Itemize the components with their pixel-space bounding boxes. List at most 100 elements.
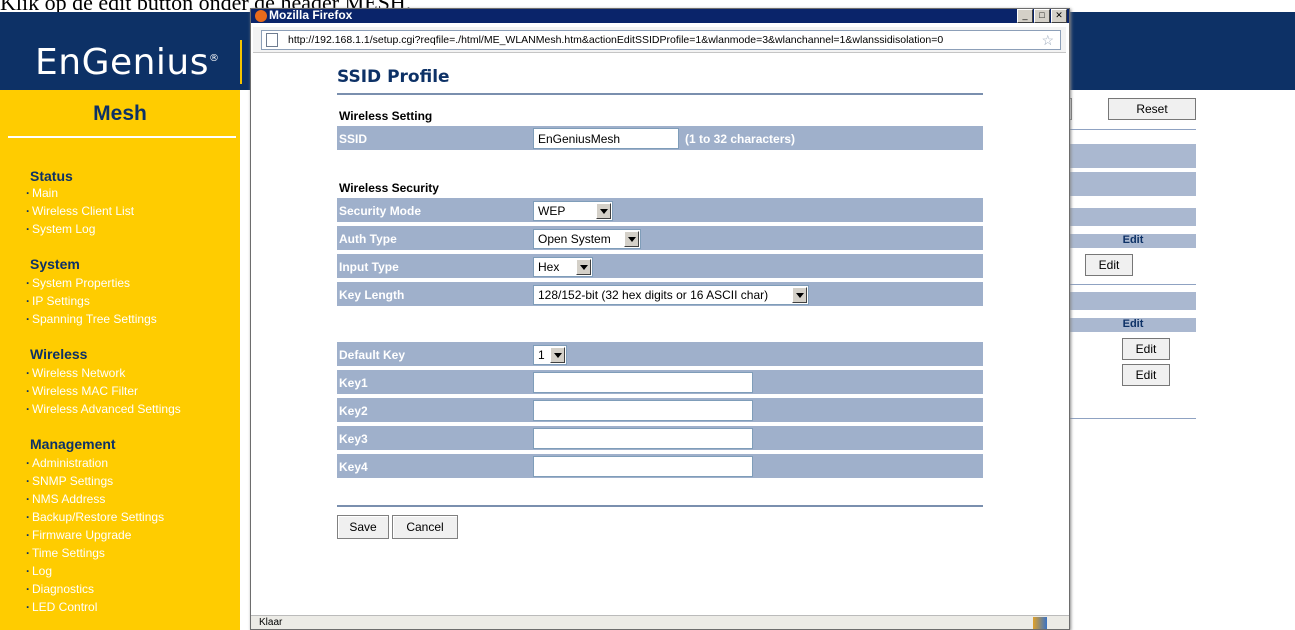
default-key-select[interactable]: 1 bbox=[533, 345, 567, 365]
sidebar-item-time-settings[interactable]: Time Settings bbox=[26, 543, 105, 560]
key-length-value: 128/152-bit (32 hex digits or 16 ASCII c… bbox=[538, 288, 769, 302]
sidebar: Mesh Status Main Wireless Client List Sy… bbox=[0, 90, 240, 630]
input-type-row: Input Type Hex bbox=[337, 254, 983, 280]
sidebar-item-system-log[interactable]: System Log bbox=[26, 219, 95, 236]
security-mode-label: Security Mode bbox=[339, 204, 422, 218]
maximize-icon[interactable]: □ bbox=[1034, 9, 1050, 23]
logo-registered-mark: ® bbox=[209, 53, 220, 64]
sidebar-divider bbox=[8, 136, 236, 138]
default-key-label: Default Key bbox=[339, 348, 406, 362]
key-length-row: Key Length 128/152-bit (32 hex digits or… bbox=[337, 282, 983, 308]
sidebar-item-led-control[interactable]: LED Control bbox=[26, 597, 97, 614]
background-edit-header-2: Edit bbox=[1070, 318, 1196, 332]
key1-label: Key1 bbox=[339, 376, 368, 390]
sidebar-item-backup-restore-settings[interactable]: Backup/Restore Settings bbox=[26, 507, 164, 524]
background-row bbox=[1070, 208, 1196, 226]
wireless-security-heading: Wireless Security bbox=[339, 181, 439, 195]
sidebar-item-snmp-settings[interactable]: SNMP Settings bbox=[26, 471, 113, 488]
key3-label: Key3 bbox=[339, 432, 368, 446]
key-length-select[interactable]: 128/152-bit (32 hex digits or 16 ASCII c… bbox=[533, 285, 809, 305]
background-divider bbox=[1070, 129, 1196, 130]
sidebar-item-nms-address[interactable]: NMS Address bbox=[26, 489, 105, 506]
default-key-row: Default Key 1 bbox=[337, 342, 983, 368]
wireless-setting-heading: Wireless Setting bbox=[339, 109, 433, 123]
security-mode-row: Security Mode WEP bbox=[337, 198, 983, 224]
background-row bbox=[1070, 144, 1196, 168]
sidebar-item-system-properties[interactable]: System Properties bbox=[26, 273, 130, 290]
security-mode-value: WEP bbox=[538, 204, 566, 218]
auth-type-label: Auth Type bbox=[339, 232, 397, 246]
key4-input[interactable] bbox=[533, 456, 753, 477]
sidebar-item-log[interactable]: Log bbox=[26, 561, 52, 578]
page-icon bbox=[266, 33, 278, 47]
sidebar-item-wireless-client-list[interactable]: Wireless Client List bbox=[26, 201, 134, 218]
cancel-button[interactable]: Cancel bbox=[392, 515, 458, 539]
sidebar-item-spanning-tree-settings[interactable]: Spanning Tree Settings bbox=[26, 309, 157, 326]
sidebar-item-diagnostics[interactable]: Diagnostics bbox=[26, 579, 94, 596]
auth-type-select[interactable]: Open System bbox=[533, 229, 641, 249]
background-edit-header-1: Edit bbox=[1070, 234, 1196, 248]
url-text: http://192.168.1.1/setup.cgi?reqfile=./h… bbox=[288, 34, 944, 46]
background-row bbox=[1070, 292, 1196, 310]
url-field[interactable]: http://192.168.1.1/setup.cgi?reqfile=./h… bbox=[261, 30, 1061, 50]
form-bottom-divider bbox=[337, 505, 983, 507]
chevron-down-icon bbox=[624, 231, 639, 247]
window-controls: _ □ ✕ bbox=[1017, 9, 1067, 23]
sidebar-section-management: Management bbox=[30, 436, 116, 452]
key4-row: Key4 bbox=[337, 454, 983, 480]
sidebar-item-wireless-mac-filter[interactable]: Wireless MAC Filter bbox=[26, 381, 138, 398]
default-key-value: 1 bbox=[538, 348, 545, 362]
background-edit-button-2[interactable]: Edit bbox=[1122, 338, 1170, 360]
chevron-down-icon bbox=[792, 287, 807, 303]
address-bar: http://192.168.1.1/setup.cgi?reqfile=./h… bbox=[253, 27, 1066, 53]
status-text: Klaar bbox=[259, 617, 283, 628]
sidebar-item-administration[interactable]: Administration bbox=[26, 453, 108, 470]
logo-text: EnGenius bbox=[35, 42, 209, 83]
minimize-icon[interactable]: _ bbox=[1017, 9, 1033, 23]
sidebar-item-ip-settings[interactable]: IP Settings bbox=[26, 291, 90, 308]
engenius-logo: EnGenius® bbox=[35, 42, 220, 83]
ssid-hint: (1 to 32 characters) bbox=[685, 132, 796, 146]
background-row bbox=[1070, 172, 1196, 196]
sidebar-item-wireless-network[interactable]: Wireless Network bbox=[26, 363, 125, 380]
key2-row: Key2 bbox=[337, 398, 983, 424]
sidebar-section-system: System bbox=[30, 256, 80, 272]
status-icon bbox=[1033, 617, 1047, 629]
auth-type-value: Open System bbox=[538, 232, 611, 246]
sidebar-item-firmware-upgrade[interactable]: Firmware Upgrade bbox=[26, 525, 131, 542]
key2-input[interactable] bbox=[533, 400, 753, 421]
background-edit-button-3[interactable]: Edit bbox=[1122, 364, 1170, 386]
background-reset-button[interactable]: Reset bbox=[1108, 98, 1196, 120]
ssid-profile-page: SSID Profile Wireless Setting SSID (1 to… bbox=[251, 55, 1069, 615]
bookmark-star-icon[interactable]: ☆ bbox=[1041, 32, 1054, 49]
page-title: SSID Profile bbox=[337, 67, 450, 87]
window-titlebar[interactable]: Mozilla Firefox _ □ ✕ bbox=[251, 8, 1069, 23]
key1-input[interactable] bbox=[533, 372, 753, 393]
sidebar-section-wireless: Wireless bbox=[30, 346, 88, 362]
key4-label: Key4 bbox=[339, 460, 368, 474]
auth-type-row: Auth Type Open System bbox=[337, 226, 983, 252]
firefox-icon bbox=[255, 10, 267, 22]
save-button[interactable]: Save bbox=[337, 515, 389, 539]
logo-separator bbox=[240, 40, 242, 84]
close-icon[interactable]: ✕ bbox=[1051, 9, 1067, 23]
input-type-label: Input Type bbox=[339, 260, 399, 274]
sidebar-item-wireless-advanced-settings[interactable]: Wireless Advanced Settings bbox=[26, 399, 181, 416]
security-mode-select[interactable]: WEP bbox=[533, 201, 613, 221]
input-type-select[interactable]: Hex bbox=[533, 257, 593, 277]
sidebar-title: Mesh bbox=[93, 102, 147, 125]
ssid-input[interactable] bbox=[533, 128, 679, 149]
ssid-label: SSID bbox=[339, 132, 368, 146]
window-title: Mozilla Firefox bbox=[269, 8, 353, 22]
background-edit-button-1[interactable]: Edit bbox=[1085, 254, 1133, 276]
key3-input[interactable] bbox=[533, 428, 753, 449]
ssid-row: SSID (1 to 32 characters) bbox=[337, 126, 983, 152]
chevron-down-icon bbox=[596, 203, 611, 219]
title-divider bbox=[337, 93, 983, 95]
key1-row: Key1 bbox=[337, 370, 983, 396]
chevron-down-icon bbox=[550, 347, 565, 363]
status-bar: Klaar bbox=[251, 615, 1069, 629]
sidebar-item-main[interactable]: Main bbox=[26, 183, 58, 200]
key3-row: Key3 bbox=[337, 426, 983, 452]
sidebar-section-status: Status bbox=[30, 168, 73, 184]
